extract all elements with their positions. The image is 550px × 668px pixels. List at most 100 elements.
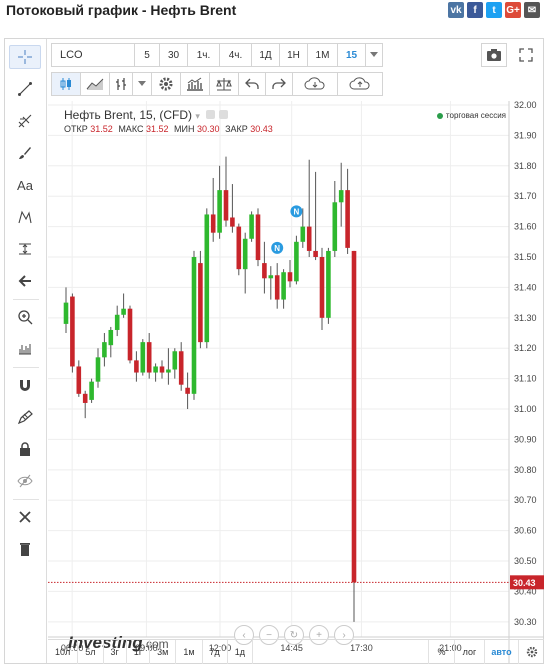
candle-body bbox=[345, 190, 350, 248]
ruler-icon[interactable] bbox=[9, 337, 41, 361]
brush-icon[interactable] bbox=[9, 141, 41, 165]
area-chart-button[interactable] bbox=[80, 72, 110, 96]
indicators-icon bbox=[187, 77, 203, 91]
interval-15[interactable]: 15 bbox=[337, 43, 366, 67]
fullscreen-button[interactable] bbox=[513, 43, 539, 67]
candle-body bbox=[95, 357, 101, 382]
settings-button[interactable] bbox=[151, 72, 181, 96]
range-10y[interactable]: 10л bbox=[48, 639, 79, 664]
chart-area[interactable]: 32.00 31.90 31.80 31.70 31.60 31.50 31.40 31.30… bbox=[48, 100, 544, 663]
log-scale-toggle[interactable]: лог bbox=[454, 640, 484, 664]
twitter-icon[interactable]: t bbox=[486, 2, 502, 18]
news-marker-label: N bbox=[274, 244, 280, 253]
instrument-title: Нефть Brent, 15, (CFD) bbox=[64, 108, 193, 122]
interval-1h[interactable]: 1ч. bbox=[187, 43, 220, 67]
text-tool-icon[interactable]: Aa bbox=[9, 173, 41, 197]
candle-body bbox=[319, 257, 325, 318]
legend-dropdown-icon[interactable]: ▾ bbox=[195, 111, 200, 121]
trash-icon[interactable] bbox=[9, 537, 41, 561]
candle-body bbox=[140, 342, 146, 373]
range-5y[interactable]: 5л bbox=[78, 639, 104, 664]
lock-icon[interactable] bbox=[9, 437, 41, 461]
percent-scale-toggle[interactable]: % bbox=[428, 640, 454, 664]
redo-icon bbox=[272, 78, 286, 89]
vk-icon[interactable]: vk bbox=[448, 2, 464, 18]
interval-5[interactable]: 5 bbox=[134, 43, 160, 67]
candle-body bbox=[198, 263, 203, 343]
candle-body bbox=[242, 238, 248, 270]
page-title: Потоковый график - Нефть Brent bbox=[6, 2, 237, 18]
price-chart[interactable]: 32.00 31.90 31.80 31.70 31.60 31.50 31.40 31.30… bbox=[48, 100, 544, 663]
auto-scale-toggle[interactable]: авто bbox=[484, 640, 518, 664]
range-3m[interactable]: 3м bbox=[150, 639, 177, 664]
facebook-icon[interactable]: f bbox=[467, 2, 483, 18]
candles-button[interactable] bbox=[51, 72, 81, 96]
crosshair-icon[interactable] bbox=[9, 45, 41, 69]
range-1m[interactable]: 1м bbox=[176, 639, 203, 664]
candles-icon bbox=[60, 78, 71, 90]
drawing-toolbar: Aa bbox=[5, 39, 47, 663]
area-chart-icon bbox=[86, 78, 104, 90]
candle-body bbox=[268, 275, 274, 279]
pattern-icon[interactable] bbox=[9, 205, 41, 229]
close-label: ЗАКР bbox=[225, 124, 248, 134]
compare-button[interactable] bbox=[209, 72, 239, 96]
range-1y[interactable]: 1г bbox=[127, 639, 151, 664]
share-buttons: vk f t G+ ✉ bbox=[448, 2, 540, 18]
interval-1m[interactable]: 1М bbox=[307, 43, 338, 67]
interval-30[interactable]: 30 bbox=[159, 43, 188, 67]
magnet-icon[interactable] bbox=[9, 373, 41, 397]
fibonacci-icon[interactable] bbox=[9, 109, 41, 133]
zoom-in-icon[interactable] bbox=[9, 305, 41, 329]
bars-button[interactable] bbox=[109, 72, 133, 96]
y-tick-label: 31.70 bbox=[514, 191, 537, 201]
interval-dropdown[interactable] bbox=[365, 43, 383, 67]
range-1d[interactable]: 1д bbox=[228, 639, 254, 664]
legend-settings-icon[interactable] bbox=[206, 110, 216, 119]
news-marker-label: N bbox=[294, 207, 300, 216]
pencil-lock-icon[interactable] bbox=[9, 405, 41, 429]
toolbar-divider bbox=[13, 367, 39, 368]
legend-close-icon[interactable] bbox=[218, 110, 228, 119]
y-tick-label: 31.60 bbox=[514, 222, 537, 232]
hide-icon[interactable] bbox=[9, 469, 41, 493]
range-7d[interactable]: 7д bbox=[203, 639, 228, 664]
interval-1d[interactable]: 1Д bbox=[251, 43, 280, 67]
chevron-down-icon bbox=[370, 52, 378, 57]
trend-line-icon[interactable] bbox=[9, 77, 41, 101]
candle-body bbox=[210, 214, 216, 233]
toolbar-divider bbox=[13, 499, 39, 500]
indicators-button[interactable] bbox=[180, 72, 210, 96]
y-tick-label: 30.80 bbox=[514, 465, 537, 475]
cloud-save-button[interactable] bbox=[337, 72, 383, 96]
chart-toolbar bbox=[51, 72, 383, 98]
email-icon[interactable]: ✉ bbox=[524, 2, 540, 18]
interval-4h[interactable]: 4ч. bbox=[219, 43, 252, 67]
cloud-load-button[interactable] bbox=[292, 72, 338, 96]
candle-body bbox=[306, 226, 312, 251]
y-tick-label: 30.90 bbox=[514, 434, 537, 444]
open-value: 31.52 bbox=[90, 124, 113, 134]
candle-body bbox=[153, 366, 158, 373]
googleplus-icon[interactable]: G+ bbox=[505, 2, 521, 18]
camera-button[interactable] bbox=[481, 43, 507, 67]
range-3y[interactable]: 3г bbox=[104, 639, 127, 664]
symbol-input[interactable]: LCO bbox=[51, 43, 135, 67]
chart-settings-button[interactable] bbox=[518, 640, 544, 664]
y-tick-label: 31.80 bbox=[514, 161, 537, 171]
redo-button[interactable] bbox=[265, 72, 293, 96]
chart-type-dropdown[interactable] bbox=[132, 72, 152, 96]
arrow-left-icon[interactable] bbox=[9, 269, 41, 293]
camera-icon bbox=[487, 49, 501, 61]
measure-icon[interactable] bbox=[9, 237, 41, 261]
undo-button[interactable] bbox=[238, 72, 266, 96]
y-tick-label: 30.70 bbox=[514, 495, 537, 505]
interval-1w[interactable]: 1Н bbox=[279, 43, 308, 67]
candle-body bbox=[121, 308, 126, 315]
y-tick-label: 30.50 bbox=[514, 556, 537, 566]
candle-body bbox=[217, 190, 222, 233]
candle-body bbox=[127, 308, 133, 361]
candle-body bbox=[249, 214, 254, 239]
tools-icon[interactable] bbox=[9, 505, 41, 529]
y-tick-label: 31.00 bbox=[514, 404, 537, 414]
